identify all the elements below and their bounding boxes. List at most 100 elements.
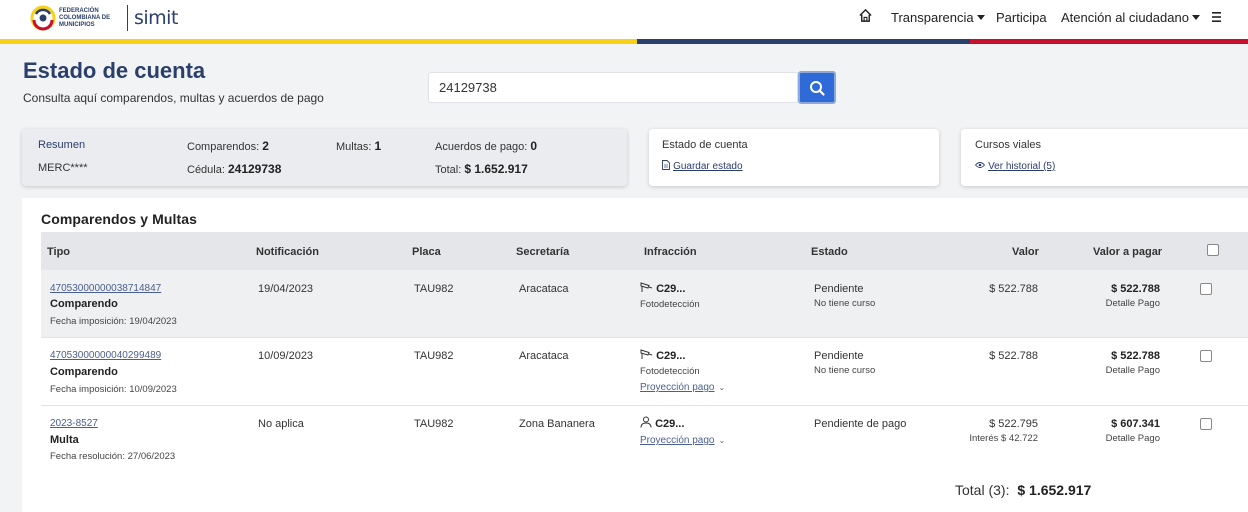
row-valor-pagar: $ 522.788 bbox=[1111, 283, 1160, 295]
row-checkbox[interactable] bbox=[1200, 350, 1212, 362]
row-checkbox[interactable] bbox=[1200, 283, 1212, 295]
infraccion-code: C29... bbox=[656, 283, 686, 295]
row-id-link[interactable]: 2023-8527 bbox=[50, 418, 98, 429]
comparendos-value: 2 bbox=[262, 139, 269, 153]
row-detalle-pago[interactable]: Detalle Pago bbox=[1080, 365, 1160, 376]
home-icon[interactable] bbox=[858, 8, 873, 26]
table-title: Comparendos y Multas bbox=[41, 211, 198, 227]
search-button[interactable] bbox=[798, 71, 836, 104]
row-notificacion: 19/04/2023 bbox=[258, 283, 314, 295]
acuerdos-label: Acuerdos de pago: bbox=[435, 141, 528, 153]
fcm-logo-text: Federación Colombiana de Municipios bbox=[59, 7, 111, 28]
row-estado-sub: No tiene curso bbox=[814, 298, 876, 309]
ver-historial-link[interactable]: Ver historial (5) bbox=[974, 160, 1055, 172]
row-detalle-pago[interactable]: Detalle Pago bbox=[1080, 433, 1160, 444]
table-total-label: Total (3): bbox=[955, 482, 1010, 498]
comparendos-label: Comparendos: bbox=[187, 141, 260, 153]
summary-card bbox=[22, 129, 627, 186]
summary-comparendos: Comparendos: 2 bbox=[187, 139, 269, 153]
summary-total: Total: $ 1.652.917 bbox=[435, 162, 528, 176]
page-title: Estado de cuenta bbox=[23, 58, 206, 83]
row-estado: Pendiente de pago bbox=[814, 418, 907, 430]
row-infraccion: C29... bbox=[640, 416, 684, 430]
row-id-link[interactable]: 47053000000040299489 bbox=[50, 350, 161, 361]
select-all-checkbox[interactable] bbox=[1207, 244, 1219, 256]
fcm-logo-mark-icon bbox=[30, 5, 56, 31]
row-tipo: Comparendo bbox=[50, 298, 118, 310]
header-valor: Valor bbox=[1012, 246, 1039, 258]
row-secretaria: Aracataca bbox=[519, 350, 569, 362]
nav-transparencia[interactable]: Transparencia bbox=[891, 10, 985, 25]
camera-icon bbox=[640, 282, 653, 292]
row-placa: TAU982 bbox=[414, 283, 454, 295]
row-secretaria: Aracataca bbox=[519, 283, 569, 295]
logo-divider bbox=[127, 5, 128, 31]
search-input[interactable] bbox=[428, 72, 798, 103]
proyeccion-pago-toggle[interactable]: Proyección pago ⌄ bbox=[640, 434, 725, 446]
estado-cuenta-card bbox=[649, 129, 939, 186]
infraccion-code: C29... bbox=[655, 418, 685, 430]
hamburger-icon[interactable] bbox=[1212, 11, 1221, 26]
estado-card-title: Estado de cuenta bbox=[662, 139, 748, 151]
header-infraccion: Infracción bbox=[644, 246, 697, 258]
multas-value: 1 bbox=[374, 139, 382, 153]
nav-transparencia-label: Transparencia bbox=[891, 10, 974, 25]
person-icon bbox=[640, 416, 652, 428]
row-infraccion: C29... bbox=[640, 282, 685, 295]
infraccion-code: C29... bbox=[656, 350, 686, 362]
nav-atencion-label: Atención al ciudadano bbox=[1061, 10, 1189, 25]
flag-stripe-red bbox=[970, 39, 1248, 44]
row-fecha: Fecha resolución: 27/06/2023 bbox=[50, 451, 176, 462]
row-valor: $ 522.795 bbox=[989, 418, 1038, 430]
row-id-link[interactable]: 47053000000038714847 bbox=[50, 283, 161, 294]
chevron-down-icon bbox=[1191, 15, 1200, 20]
row-checkbox[interactable] bbox=[1200, 418, 1212, 430]
cedula-label: Cédula: bbox=[187, 164, 225, 176]
flag-stripe-blue bbox=[637, 39, 970, 44]
row-infraccion: C29... bbox=[640, 349, 685, 362]
header-notificacion: Notificación bbox=[256, 246, 319, 258]
table-total: Total (3): $ 1.652.917 bbox=[955, 482, 1091, 498]
row-fecha: Fecha imposición: 10/09/2023 bbox=[50, 384, 177, 395]
summary-heading: Resumen bbox=[38, 139, 86, 151]
guardar-estado-link[interactable]: Guardar estado bbox=[662, 160, 743, 172]
row-detalle-pago[interactable]: Detalle Pago bbox=[1080, 298, 1160, 309]
row-valor-pagar: $ 522.788 bbox=[1111, 350, 1160, 362]
header-tipo: Tipo bbox=[47, 246, 71, 258]
row-tipo: Multa bbox=[50, 434, 79, 446]
header-placa: Placa bbox=[412, 246, 441, 258]
cedula-value: 24129738 bbox=[227, 162, 282, 176]
row-estado: Pendiente bbox=[814, 350, 864, 362]
row-notificacion: No aplica bbox=[258, 418, 304, 430]
multas-label: Multas: bbox=[336, 141, 372, 153]
row-estado: Pendiente bbox=[814, 283, 864, 295]
camera-icon bbox=[640, 349, 653, 359]
row-estado-sub: No tiene curso bbox=[814, 365, 876, 376]
row-infraccion-sub: Fotodetección bbox=[640, 299, 700, 310]
search-icon bbox=[810, 80, 825, 96]
row-valor: $ 522.788 bbox=[989, 350, 1038, 362]
chevron-down-icon bbox=[976, 15, 985, 20]
cursos-card-title: Cursos viales bbox=[975, 139, 1042, 151]
top-navbar: Federación Colombiana de Municipios simi… bbox=[0, 0, 1248, 39]
summary-cedula: Cédula: 24129738 bbox=[187, 162, 281, 176]
table-total-value: $ 1.652.917 bbox=[1017, 482, 1092, 498]
row-valor-pagar: $ 607.341 bbox=[1111, 418, 1160, 430]
simit-logo-text: simit bbox=[134, 7, 178, 29]
guardar-estado-label: Guardar estado bbox=[673, 161, 743, 172]
proyeccion-pago-toggle[interactable]: Proyección pago ⌄ bbox=[640, 381, 725, 393]
nav-atencion-ciudadano[interactable]: Atención al ciudadano bbox=[1061, 10, 1200, 25]
row-infraccion-sub: Fotodetección bbox=[640, 366, 700, 377]
chevron-down-icon: ⌄ bbox=[718, 436, 726, 445]
fcm-logo[interactable]: Federación Colombiana de Municipios simi… bbox=[30, 3, 178, 33]
proyeccion-label: Proyección pago bbox=[640, 382, 715, 393]
row-valor-interes: Interés $ 42.722 bbox=[969, 433, 1038, 444]
row-secretaria: Zona Bananera bbox=[519, 418, 595, 430]
acuerdos-value: 0 bbox=[530, 139, 538, 153]
summary-name: MERC**** bbox=[38, 162, 88, 174]
nav-participa[interactable]: Participa bbox=[996, 10, 1047, 25]
cursos-viales-card bbox=[961, 129, 1248, 186]
eye-icon bbox=[974, 162, 986, 168]
total-value: $ 1.652.917 bbox=[464, 162, 528, 176]
header-valor-pagar: Valor a pagar bbox=[1093, 246, 1163, 258]
